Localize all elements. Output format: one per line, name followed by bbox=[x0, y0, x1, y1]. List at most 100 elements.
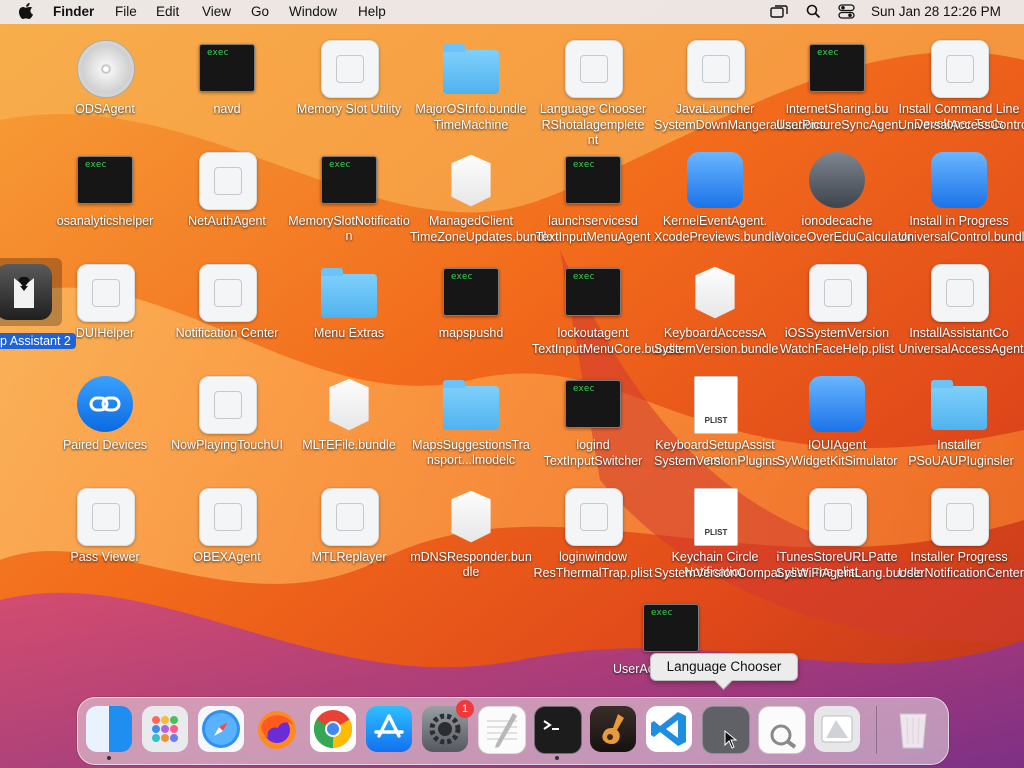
exec-icon: exec bbox=[443, 268, 499, 316]
blue-app-icon bbox=[687, 152, 743, 208]
exec-icon: exec bbox=[565, 268, 621, 316]
desktop-item-label: MLTEFile.bundle bbox=[302, 438, 396, 452]
menu-help[interactable]: Help bbox=[358, 0, 386, 24]
accessibility-icon bbox=[809, 152, 865, 208]
textedit-icon[interactable] bbox=[478, 706, 526, 754]
desktop-item-label: InternetSharing.bu bbox=[785, 102, 889, 116]
generic-app-icon bbox=[809, 488, 867, 546]
desktop-item-label: mapspushd bbox=[438, 326, 504, 340]
desktop-item-label: iOSSystemVersion bbox=[784, 326, 890, 340]
generic-app-icon bbox=[321, 40, 379, 98]
app-store-icon[interactable] bbox=[366, 706, 412, 752]
exec-text: exec bbox=[451, 272, 473, 282]
apple-menu-icon[interactable] bbox=[18, 0, 34, 24]
chrome-icon[interactable] bbox=[310, 706, 356, 752]
menu-edit[interactable]: Edit bbox=[156, 0, 179, 24]
desktop-item-label: Keychain Circle Notification bbox=[671, 550, 759, 579]
plist-text: PLIST bbox=[704, 528, 728, 537]
desktop-item-label: Pass Viewer bbox=[70, 550, 140, 564]
exec-text: exec bbox=[573, 384, 595, 394]
desktop-item-label: JavaLauncher bbox=[675, 102, 755, 116]
launchpad-icon[interactable] bbox=[142, 706, 188, 752]
tuxedo-icon bbox=[0, 264, 52, 320]
folder-icon bbox=[443, 380, 499, 430]
exec-icon: exec bbox=[199, 44, 255, 92]
desktop-item-label: MemorySlotNotification bbox=[288, 214, 410, 243]
generic-app-icon bbox=[931, 488, 989, 546]
desktop-item-label: Installer Progress bbox=[910, 550, 1008, 564]
widget-icon bbox=[809, 376, 865, 432]
running-indicator bbox=[555, 756, 559, 760]
desktop-item-label: NowPlayingTouchUI bbox=[171, 438, 283, 452]
menu-window[interactable]: Window bbox=[289, 0, 337, 24]
desktop-item-label: Install in Progress bbox=[909, 214, 1009, 228]
menu-view[interactable]: View bbox=[202, 0, 231, 24]
generic-app-icon bbox=[809, 264, 867, 322]
exec-text: exec bbox=[207, 48, 229, 58]
desktop-item-setup-assistant-selected[interactable] bbox=[0, 258, 62, 326]
screen-mirroring-icon[interactable] bbox=[770, 0, 788, 24]
generic-app-icon bbox=[199, 488, 257, 546]
generic-app-icon bbox=[931, 264, 989, 322]
desktop: ODSAgent exec navd Memory Slot Utility M… bbox=[0, 24, 1024, 704]
desktop-item-label: OBEXAgent bbox=[193, 550, 261, 564]
blue-app-icon bbox=[931, 152, 987, 208]
menu-file[interactable]: File bbox=[115, 0, 137, 24]
menu-clock[interactable]: Sun Jan 28 12:26 PM bbox=[871, 0, 1001, 24]
generic-app-icon bbox=[77, 264, 135, 322]
finder-icon[interactable] bbox=[86, 706, 132, 752]
generic-app-icon bbox=[199, 264, 257, 322]
desktop-item-label: lockoutagent bbox=[557, 326, 629, 340]
exec-text: exec bbox=[651, 608, 673, 618]
generic-app-icon bbox=[77, 488, 135, 546]
desktop-item-label: ManagedClient bbox=[428, 214, 514, 228]
menu-app-name[interactable]: Finder bbox=[53, 0, 94, 24]
bundle-icon bbox=[451, 490, 491, 543]
exec-icon: exec bbox=[809, 44, 865, 92]
dock-separator bbox=[876, 706, 877, 754]
exec-icon: exec bbox=[321, 156, 377, 204]
bundle-icon bbox=[695, 266, 735, 319]
generic-app-icon bbox=[565, 488, 623, 546]
menu-go[interactable]: Go bbox=[251, 0, 269, 24]
generic-app-icon bbox=[565, 40, 623, 98]
desktop-item-label: Install Command Line Developer Tools bbox=[898, 102, 1020, 131]
plist-text: PLIST bbox=[704, 416, 728, 425]
desktop-item-label: KeyboardAccessA bbox=[663, 326, 767, 340]
garageband-icon[interactable] bbox=[590, 706, 636, 752]
folder-icon bbox=[443, 44, 499, 94]
exec-text: exec bbox=[817, 48, 839, 58]
desktop-item-label: loginwindow bbox=[558, 550, 628, 564]
vscode-icon[interactable] bbox=[646, 706, 692, 752]
language-chooser-icon[interactable] bbox=[702, 706, 750, 754]
menu-bar: Finder File Edit View Go Window Help Sun… bbox=[0, 0, 1024, 24]
exec-icon: exec bbox=[565, 156, 621, 204]
search-icon[interactable] bbox=[806, 0, 821, 24]
bundle-icon bbox=[451, 154, 491, 207]
desktop-item-label: Paired Devices bbox=[62, 438, 148, 452]
exec-text: exec bbox=[329, 160, 351, 170]
safari-icon[interactable] bbox=[198, 706, 244, 752]
desktop-item-label: osanalyticshelper bbox=[56, 214, 154, 228]
paired-devices-icon bbox=[77, 376, 133, 432]
dock: 1 bbox=[77, 697, 949, 765]
exec-icon: exec bbox=[565, 380, 621, 428]
exec-text: exec bbox=[573, 160, 595, 170]
notification-badge: 1 bbox=[456, 700, 474, 718]
desktop-item-label: Installer bbox=[937, 438, 981, 452]
desktop-item-label: NetAuthAgent bbox=[188, 214, 266, 228]
desktop-item-label: ionodecache bbox=[801, 214, 873, 228]
terminal-icon[interactable] bbox=[534, 706, 582, 754]
exec-text: exec bbox=[85, 160, 107, 170]
firefox-icon[interactable] bbox=[254, 706, 300, 752]
generic-app-icon bbox=[199, 376, 257, 434]
desktop-item-label: navd bbox=[213, 102, 241, 116]
trash-icon[interactable] bbox=[890, 706, 936, 752]
utility-icon[interactable] bbox=[814, 706, 860, 752]
folder-icon bbox=[931, 380, 987, 430]
preview-icon[interactable] bbox=[758, 706, 806, 754]
exec-icon: exec bbox=[77, 156, 133, 204]
system-settings-icon[interactable]: 1 bbox=[422, 700, 474, 752]
control-center-icon[interactable] bbox=[838, 0, 855, 24]
exec-text: exec bbox=[573, 272, 595, 282]
